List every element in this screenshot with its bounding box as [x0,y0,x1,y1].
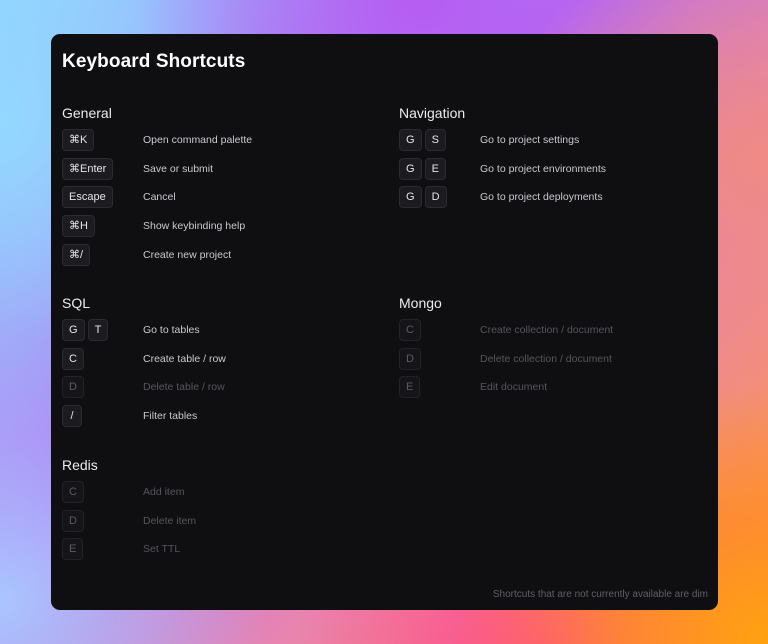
shortcut-description: Go to tables [143,324,200,336]
shortcut-keys: D [62,376,84,399]
shortcut-row: ⌘H Show keybinding help [62,215,362,244]
keycap: C [399,319,421,341]
shortcut-keys: C [62,347,84,370]
shortcut-description: Set TTL [143,543,181,556]
section-general: General ⌘K Open command palette ⌘Enter Save… [62,104,362,272]
dim-shortcuts-note: Shortcuts that are not currently availab… [492,589,708,600]
shortcut-row: G S Go to project settings [399,129,699,158]
shortcut-list-redis: C Add item D Delete item E Set TTL [62,481,362,567]
shortcut-row: ⌘/ Create new project [62,243,362,273]
shortcut-description: Edit document [480,381,548,394]
shortcut-keys: E [62,538,84,561]
dialog-title: Keyboard Shortcuts [62,51,246,72]
shortcut-keys: E [399,376,421,399]
shortcut-list-mongo: C Create collection / document D Delete col… [399,319,699,405]
shortcut-keys: GD [399,186,447,209]
keycap: T [87,319,109,341]
keycap: C [62,481,84,503]
shortcut-row: D Delete table / row [62,376,362,405]
shortcut-row: G T Go to tables [62,319,362,348]
section-navigation: Navigation G S Go to project settings G E Go … [399,104,699,215]
shortcut-description: Go to project settings [480,134,580,146]
section-title-mongo: Mongo [399,295,442,311]
keycap: G [399,129,422,151]
section-mongo: Mongo C Create collection / document D Dele… [399,294,699,405]
shortcut-description: Delete item [143,514,197,527]
section-title-navigation: Navigation [399,105,466,121]
shortcut-keys: ⌘Enter [62,157,114,180]
shortcut-keys: D [62,509,84,532]
shortcut-list-sql: G T Go to tables C Create table / row D Delete… [62,319,362,434]
shortcut-keys: C [62,481,84,503]
keycap: D [62,509,84,532]
shortcut-list-navigation: G S Go to project settings G E Go to project … [399,129,699,215]
keycap: ⌘H [62,215,95,238]
keycap: E [399,376,421,399]
shortcut-row: E Edit document [399,376,699,405]
keycap: ⌘Enter [62,157,114,180]
shortcut-row: G E Go to project environments [399,157,699,187]
keycap: E [424,157,446,180]
section-sql: SQL G T Go to tables C Create table / row D De… [62,294,362,434]
shortcut-row: ⌘K Open command palette [62,129,362,158]
shortcut-row: C Add item [62,481,362,510]
keycap: D [62,376,84,399]
shortcut-list-general: ⌘K Open command palette ⌘Enter Save or subm… [62,129,362,272]
shortcut-description: Create table / row [143,352,226,365]
shortcut-row: C Create collection / document [399,319,699,348]
section-title-general: General [62,105,112,121]
shortcut-description: Delete table / row [143,381,225,394]
shortcut-description: Show keybinding help [143,220,246,233]
shortcut-description: Go to project environments [480,162,607,175]
keycap: ⌘/ [62,243,91,266]
keycap: E [62,538,84,561]
shortcut-description: Filter tables [143,410,198,423]
shortcut-keys: Escape [62,186,113,209]
shortcut-description: Delete collection / document [480,352,612,365]
keycap: C [62,347,84,370]
shortcut-row: G D Go to project deployments [399,186,699,215]
shortcut-description: Add item [143,486,185,498]
shortcut-keys: ⌘K [62,129,95,151]
shortcut-row: ⌘Enter Save or submit [62,157,362,187]
shortcut-description: Open command palette [143,134,253,146]
keycap: ⌘K [62,129,95,151]
keycap: S [424,129,446,151]
shortcut-row: Escape Cancel [62,186,362,215]
keycap: D [424,186,447,209]
shortcut-keys: GT [62,319,109,341]
keycap: G [62,319,85,341]
shortcut-keys: GE [399,157,446,180]
shortcut-row: C Create table / row [62,347,362,377]
shortcut-row: E Set TTL [62,538,362,567]
shortcut-description: Create new project [143,248,232,261]
keyboard-shortcuts-dialog: Keyboard Shortcuts General ⌘K Open comman… [51,34,718,610]
keycap: G [399,157,422,180]
section-title-sql: SQL [62,295,91,311]
shortcut-keys: ⌘/ [62,243,91,266]
shortcut-keys: C [399,319,421,341]
shortcut-keys: / [62,405,82,428]
shortcut-row: / Filter tables [62,405,362,434]
keycap: / [62,405,82,428]
shortcut-row: D Delete collection / document [399,347,699,377]
keycap: Escape [62,186,113,209]
section-title-redis: Redis [62,457,98,473]
shortcut-description: Save or submit [143,162,214,175]
section-redis: Redis C Add item D Delete item E Set TTL [62,456,362,567]
shortcut-keys: GS [399,129,446,151]
keycap: G [399,186,422,209]
shortcut-description: Create collection / document [480,324,614,336]
shortcut-keys: ⌘H [62,215,95,238]
shortcut-description: Go to project deployments [480,191,603,204]
shortcut-description: Cancel [143,191,176,204]
keycap: D [399,347,421,370]
shortcut-keys: D [399,347,421,370]
shortcut-row: D Delete item [62,509,362,539]
